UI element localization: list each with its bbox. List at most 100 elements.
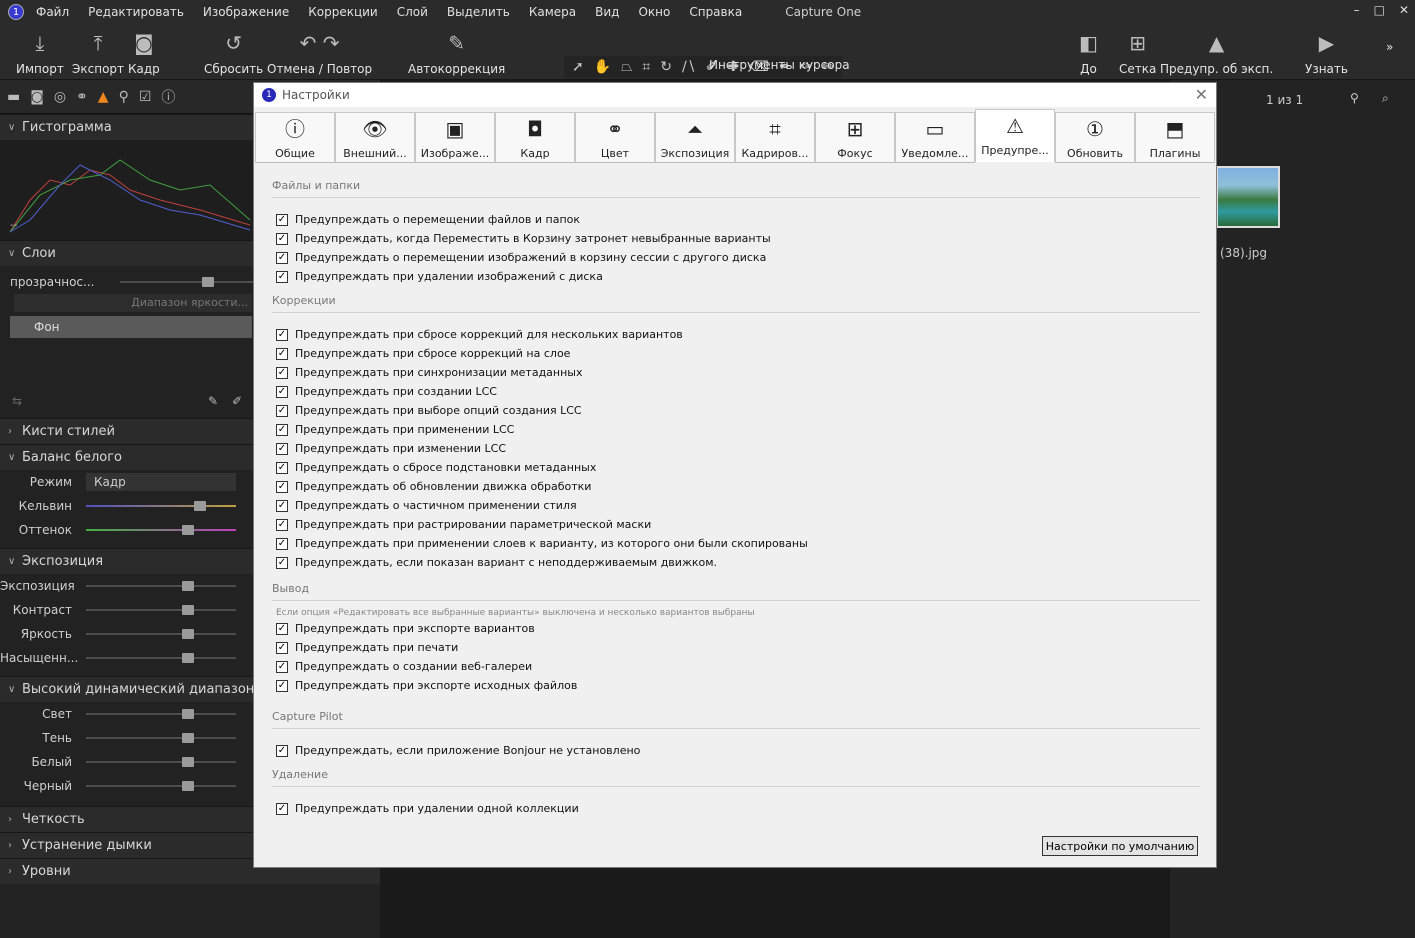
warning-checkbox-row[interactable]: ✓ Предупреждать при выборе опций создания… bbox=[276, 401, 1200, 420]
tab-focus[interactable]: ⊞ Фокус bbox=[815, 112, 895, 163]
checkbox-checked-icon[interactable]: ✓ bbox=[276, 499, 288, 512]
warning-checkbox-row[interactable]: ✓ Предупреждать при экспорте вариантов bbox=[276, 619, 1200, 638]
exposure-slider[interactable] bbox=[86, 581, 236, 591]
saturation-slider[interactable] bbox=[86, 653, 236, 663]
warning-checkbox-row[interactable]: ✓ Предупреждать при удалении изображений … bbox=[276, 267, 1200, 286]
menu-adjustments[interactable]: Коррекции bbox=[308, 5, 378, 19]
checkbox-checked-icon[interactable]: ✓ bbox=[276, 270, 288, 283]
menu-window[interactable]: Окно bbox=[638, 5, 670, 19]
opacity-slider[interactable] bbox=[120, 277, 260, 287]
warning-checkbox-row[interactable]: ✓ Предупреждать о перемещении изображений… bbox=[276, 248, 1200, 267]
restore-defaults-button[interactable]: Настройки по умолчанию bbox=[1042, 836, 1198, 856]
toolbar-overflow-button[interactable]: » bbox=[1386, 40, 1393, 54]
draw-mask-icon[interactable]: ✎ bbox=[208, 394, 218, 408]
reset-button[interactable]: ↺ Сбросить bbox=[204, 30, 263, 76]
checkbox-checked-icon[interactable]: ✓ bbox=[276, 660, 288, 673]
checkbox-checked-icon[interactable]: ✓ bbox=[276, 537, 288, 550]
straighten-icon[interactable]: ∕∖ bbox=[682, 59, 696, 75]
tint-slider[interactable] bbox=[86, 525, 236, 535]
details-tab-icon[interactable]: ⚲ bbox=[119, 89, 129, 105]
checkbox-checked-icon[interactable]: ✓ bbox=[276, 347, 288, 360]
checkbox-checked-icon[interactable]: ✓ bbox=[276, 251, 288, 264]
maximize-button[interactable]: □ bbox=[1374, 3, 1385, 17]
tab-capture[interactable]: ◘ Кадр bbox=[495, 112, 575, 163]
grid-button[interactable]: ⊞ Сетка bbox=[1119, 30, 1156, 76]
erase-mask-icon[interactable]: ✐ bbox=[232, 394, 242, 408]
minimize-button[interactable]: – bbox=[1354, 3, 1360, 17]
checkbox-checked-icon[interactable]: ✓ bbox=[276, 423, 288, 436]
warning-checkbox-row[interactable]: ✓ Предупреждать о частичном применении ст… bbox=[276, 496, 1200, 515]
white-slider[interactable] bbox=[86, 757, 236, 767]
checkbox-checked-icon[interactable]: ✓ bbox=[276, 385, 288, 398]
warning-checkbox-row[interactable]: ✓ Предупреждать при растрировании парамет… bbox=[276, 515, 1200, 534]
keystone-icon[interactable]: ⏢ bbox=[621, 59, 632, 75]
image-thumbnail[interactable] bbox=[1216, 166, 1280, 228]
menu-image[interactable]: Изображение bbox=[203, 5, 289, 19]
menu-select[interactable]: Выделить bbox=[447, 5, 510, 19]
learn-button[interactable]: ▶ Узнать bbox=[1305, 30, 1348, 76]
exposure-warning-button[interactable]: ▲ Предупр. об эксп. bbox=[1160, 30, 1273, 76]
warning-checkbox-row[interactable]: ✓ Предупреждать при сбросе коррекций на с… bbox=[276, 344, 1200, 363]
import-button[interactable]: ⤓ Импорт bbox=[16, 30, 64, 76]
warning-checkbox-row[interactable]: ✓ Предупреждать при применении LCC bbox=[276, 420, 1200, 439]
checkbox-checked-icon[interactable]: ✓ bbox=[276, 518, 288, 531]
highlight-slider[interactable] bbox=[86, 709, 236, 719]
tab-update[interactable]: ① Обновить bbox=[1055, 112, 1135, 163]
warning-checkbox-row[interactable]: ✓ Предупреждать при экспорте исходных фай… bbox=[276, 676, 1200, 695]
warning-checkbox-row[interactable]: ✓ Предупреждать при применении слоев к ва… bbox=[276, 534, 1200, 553]
lens-tab-icon[interactable]: ◎ bbox=[54, 89, 66, 105]
warning-checkbox-row[interactable]: ✓ Предупреждать, если показан вариант с н… bbox=[276, 553, 1200, 572]
tab-exposure[interactable]: ⏶ Экспозиция bbox=[655, 112, 735, 163]
menu-camera[interactable]: Камера bbox=[529, 5, 576, 19]
warning-checkbox-row[interactable]: ✓ Предупреждать при печати bbox=[276, 638, 1200, 657]
select-cursor-icon[interactable]: ➚ bbox=[572, 59, 584, 75]
tab-plugins[interactable]: ⬒ Плагины bbox=[1135, 112, 1215, 163]
tab-general[interactable]: ⓘ Общие bbox=[255, 112, 335, 163]
menu-view[interactable]: Вид bbox=[595, 5, 619, 19]
layer-swap-icon[interactable]: ⇆ bbox=[12, 394, 22, 408]
pan-hand-icon[interactable]: ✋ bbox=[594, 59, 611, 75]
checkbox-checked-icon[interactable]: ✓ bbox=[276, 556, 288, 569]
checkbox-checked-icon[interactable]: ✓ bbox=[276, 366, 288, 379]
capture-button[interactable]: ◙ Кадр bbox=[128, 30, 160, 76]
checkbox-checked-icon[interactable]: ✓ bbox=[276, 328, 288, 341]
checkbox-checked-icon[interactable]: ✓ bbox=[276, 480, 288, 493]
brightness-slider[interactable] bbox=[86, 629, 236, 639]
tab-image[interactable]: ▣ Изображе... bbox=[415, 112, 495, 163]
luma-range-button[interactable]: Диапазон яркости... bbox=[14, 294, 252, 312]
dialog-close-button[interactable]: ✕ bbox=[1195, 85, 1208, 104]
warning-checkbox-row[interactable]: ✓ Предупреждать, если приложение Bonjour … bbox=[276, 741, 1200, 760]
contrast-slider[interactable] bbox=[86, 605, 236, 615]
exposure-tab-icon[interactable]: ▲ bbox=[98, 89, 109, 105]
warning-checkbox-row[interactable]: ✓ Предупреждать при изменении LCC bbox=[276, 439, 1200, 458]
checkbox-checked-icon[interactable]: ✓ bbox=[276, 744, 288, 757]
undo-redo-button[interactable]: ↶ ↷ Отмена / Повтор bbox=[267, 30, 372, 76]
warning-checkbox-row[interactable]: ✓ Предупреждать при синхронизации метадан… bbox=[276, 363, 1200, 382]
checkbox-checked-icon[interactable]: ✓ bbox=[276, 232, 288, 245]
warning-checkbox-row[interactable]: ✓ Предупреждать при удалении одной коллек… bbox=[276, 799, 1200, 818]
zoom-icon[interactable]: ⚲ bbox=[1350, 91, 1359, 105]
wb-mode-select[interactable]: Кадр bbox=[86, 473, 236, 491]
checkbox-checked-icon[interactable]: ✓ bbox=[276, 404, 288, 417]
tab-warnings[interactable]: ⚠ Предупре... bbox=[975, 109, 1055, 162]
search-icon[interactable]: ⌕ bbox=[1382, 91, 1389, 106]
tab-appearance[interactable]: 👁 Внешний... bbox=[335, 112, 415, 163]
warning-checkbox-row[interactable]: ✓ Предупреждать об обновлении движка обра… bbox=[276, 477, 1200, 496]
checkbox-checked-icon[interactable]: ✓ bbox=[276, 622, 288, 635]
tab-color[interactable]: ⚭ Цвет bbox=[575, 112, 655, 163]
before-button[interactable]: ◧ До bbox=[1079, 30, 1098, 76]
color-tab-icon[interactable]: ⚭ bbox=[76, 89, 88, 105]
menu-edit[interactable]: Редактировать bbox=[88, 5, 184, 19]
menu-help[interactable]: Справка bbox=[689, 5, 742, 19]
kelvin-slider[interactable] bbox=[86, 501, 236, 511]
warning-checkbox-row[interactable]: ✓ Предупреждать, когда Переместить в Корз… bbox=[276, 229, 1200, 248]
warning-checkbox-row[interactable]: ✓ Предупреждать о перемещении файлов и па… bbox=[276, 210, 1200, 229]
menu-layer[interactable]: Слой bbox=[397, 5, 428, 19]
tab-notifications[interactable]: ▭ Уведомле... bbox=[895, 112, 975, 163]
warning-checkbox-row[interactable]: ✓ Предупреждать о создании веб-галереи bbox=[276, 657, 1200, 676]
metadata-tab-icon[interactable]: ⓘ bbox=[161, 87, 175, 107]
black-slider[interactable] bbox=[86, 781, 236, 791]
library-tab-icon[interactable]: ▬ bbox=[7, 89, 20, 105]
warning-checkbox-row[interactable]: ✓ Предупреждать при сбросе коррекций для … bbox=[276, 325, 1200, 344]
menu-file[interactable]: Файл bbox=[36, 5, 69, 19]
